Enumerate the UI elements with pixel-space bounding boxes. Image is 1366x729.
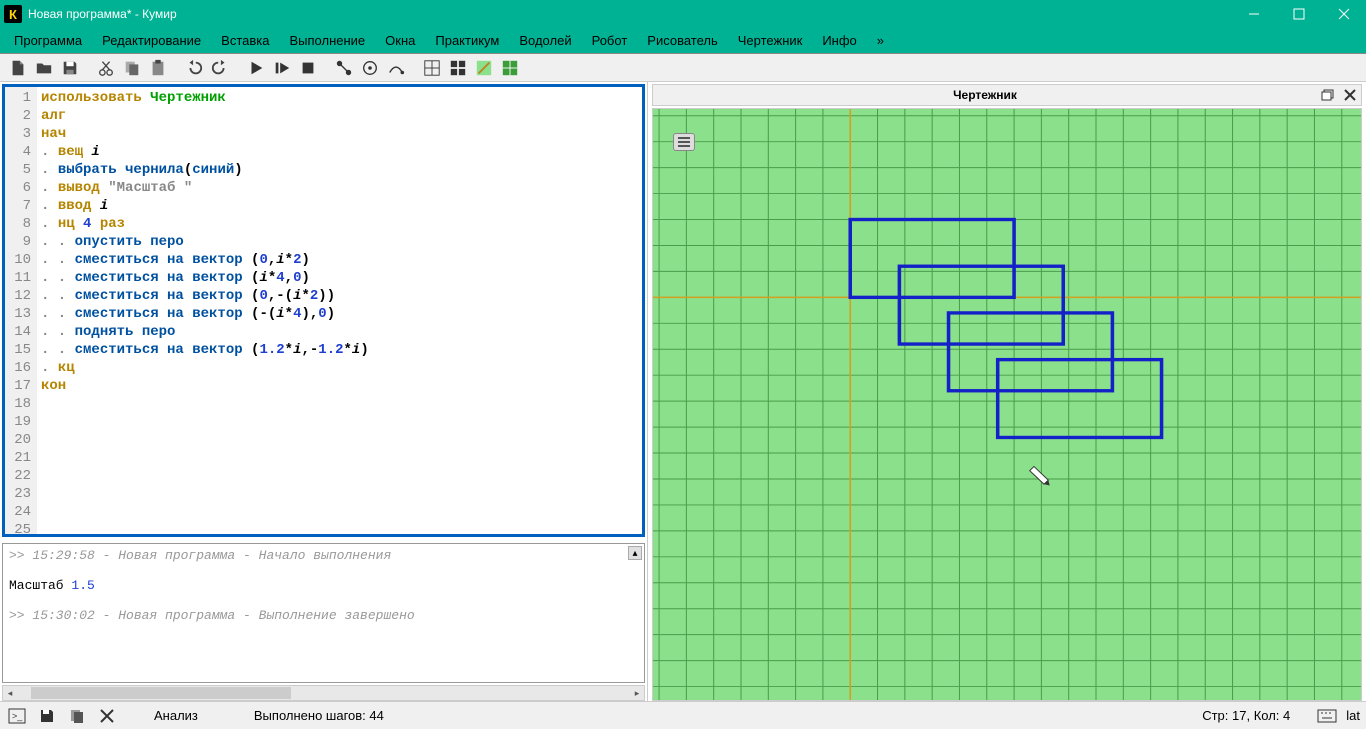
code-line[interactable]: . вывод "Масштаб " bbox=[41, 179, 638, 197]
actor-2-button[interactable] bbox=[358, 56, 382, 80]
code-line[interactable] bbox=[41, 395, 638, 413]
actor-3-button[interactable] bbox=[384, 56, 408, 80]
menu-item-6[interactable]: Водолей bbox=[509, 30, 581, 51]
console-line bbox=[9, 563, 638, 578]
code-line[interactable]: . выбрать чернила(синий) bbox=[41, 161, 638, 179]
menu-item-4[interactable]: Окна bbox=[375, 30, 425, 51]
titlebar: К Новая программа* - Кумир bbox=[0, 0, 1366, 28]
cut-button[interactable] bbox=[94, 56, 118, 80]
code-editor[interactable]: 1234567891011121314151617181920212223242… bbox=[2, 84, 645, 537]
console-line: >> 15:30:02 - Новая программа - Выполнен… bbox=[9, 608, 638, 623]
copy-button[interactable] bbox=[120, 56, 144, 80]
menu-item-0[interactable]: Программа bbox=[4, 30, 92, 51]
code-line[interactable]: . кц bbox=[41, 359, 638, 377]
console-line: >> 15:29:58 - Новая программа - Начало в… bbox=[9, 548, 638, 563]
code-line[interactable]: нач bbox=[41, 125, 638, 143]
save-file-button[interactable] bbox=[58, 56, 82, 80]
svg-text:>_: >_ bbox=[12, 711, 23, 721]
copy-status-button[interactable] bbox=[66, 705, 88, 727]
drafter-title: Чертежник bbox=[653, 88, 1317, 102]
menu-item-7[interactable]: Робот bbox=[582, 30, 638, 51]
new-file-button[interactable] bbox=[6, 56, 30, 80]
open-file-button[interactable] bbox=[32, 56, 56, 80]
code-line[interactable]: . нц 4 раз bbox=[41, 215, 638, 233]
clear-status-button[interactable] bbox=[96, 705, 118, 727]
menu-item-5[interactable]: Практикум bbox=[425, 30, 509, 51]
steps-label: Выполнено шагов: 44 bbox=[254, 708, 384, 723]
menubar: ПрограммаРедактированиеВставкаВыполнение… bbox=[0, 28, 1366, 54]
code-line[interactable] bbox=[41, 431, 638, 449]
drafter-view-button[interactable] bbox=[498, 56, 522, 80]
code-line[interactable]: использовать Чертежник bbox=[41, 89, 638, 107]
output-console[interactable]: ▴ >> 15:29:58 - Новая программа - Начало… bbox=[2, 543, 645, 683]
canvas-menu-button[interactable] bbox=[673, 133, 695, 151]
code-line[interactable]: . ввод i bbox=[41, 197, 638, 215]
console-toggle-button[interactable]: >_ bbox=[6, 705, 28, 727]
horizontal-scrollbar[interactable]: ◂ ▸ bbox=[2, 685, 645, 701]
menu-item-2[interactable]: Вставка bbox=[211, 30, 279, 51]
statusbar: >_ Анализ Выполнено шагов: 44 Стр: 17, К… bbox=[0, 701, 1366, 729]
run-button[interactable] bbox=[244, 56, 268, 80]
cursor-position: Стр: 17, Кол: 4 bbox=[1202, 708, 1290, 723]
paste-button[interactable] bbox=[146, 56, 170, 80]
code-line[interactable] bbox=[41, 467, 638, 485]
keyboard-lang: lat bbox=[1346, 708, 1360, 723]
code-line[interactable]: . . сместиться на вектор (-(i*4),0) bbox=[41, 305, 638, 323]
code-line[interactable] bbox=[41, 413, 638, 431]
robot-view-button[interactable] bbox=[472, 56, 496, 80]
code-line[interactable]: . . поднять перо bbox=[41, 323, 638, 341]
maximize-button[interactable] bbox=[1276, 0, 1321, 28]
app-icon: К bbox=[4, 5, 22, 23]
step-button[interactable] bbox=[270, 56, 294, 80]
code-line[interactable] bbox=[41, 485, 638, 503]
analysis-label: Анализ bbox=[154, 708, 198, 723]
menu-item-3[interactable]: Выполнение bbox=[279, 30, 375, 51]
drafter-panel-header: Чертежник bbox=[652, 84, 1362, 106]
panel-close-button[interactable] bbox=[1339, 85, 1361, 105]
code-line[interactable] bbox=[41, 449, 638, 467]
console-line: Масштаб 1.5 bbox=[9, 578, 638, 593]
code-line[interactable]: . . сместиться на вектор (i*4,0) bbox=[41, 269, 638, 287]
panel-restore-button[interactable] bbox=[1317, 85, 1339, 105]
actor-1-button[interactable] bbox=[332, 56, 356, 80]
menu-item-8[interactable]: Рисователь bbox=[637, 30, 727, 51]
stop-button[interactable] bbox=[296, 56, 320, 80]
code-line[interactable] bbox=[41, 503, 638, 521]
keyboard-indicator-icon[interactable] bbox=[1316, 705, 1338, 727]
drafter-canvas[interactable] bbox=[652, 108, 1362, 701]
code-line[interactable]: . . сместиться на вектор (0,i*2) bbox=[41, 251, 638, 269]
code-line[interactable] bbox=[41, 521, 638, 534]
grid-1-button[interactable] bbox=[420, 56, 444, 80]
close-button[interactable] bbox=[1321, 0, 1366, 28]
save-status-button[interactable] bbox=[36, 705, 58, 727]
code-line[interactable]: . . сместиться на вектор (1.2*i,-1.2*i) bbox=[41, 341, 638, 359]
menu-item-10[interactable]: Инфо bbox=[812, 30, 866, 51]
code-line[interactable]: . вещ i bbox=[41, 143, 638, 161]
toolbar bbox=[0, 54, 1366, 82]
window-title: Новая программа* - Кумир bbox=[28, 7, 1231, 21]
minimize-button[interactable] bbox=[1231, 0, 1276, 28]
redo-button[interactable] bbox=[208, 56, 232, 80]
console-line bbox=[9, 593, 638, 608]
grid-2-button[interactable] bbox=[446, 56, 470, 80]
code-line[interactable]: . . опустить перо bbox=[41, 233, 638, 251]
menu-item-1[interactable]: Редактирование bbox=[92, 30, 211, 51]
console-scroll-up[interactable]: ▴ bbox=[628, 546, 642, 560]
code-line[interactable]: алг bbox=[41, 107, 638, 125]
code-line[interactable]: . . сместиться на вектор (0,-(i*2)) bbox=[41, 287, 638, 305]
undo-button[interactable] bbox=[182, 56, 206, 80]
menu-item-9[interactable]: Чертежник bbox=[728, 30, 813, 51]
line-gutter: 1234567891011121314151617181920212223242… bbox=[5, 87, 37, 534]
code-line[interactable]: кон bbox=[41, 377, 638, 395]
menu-item-11[interactable]: » bbox=[867, 30, 894, 51]
